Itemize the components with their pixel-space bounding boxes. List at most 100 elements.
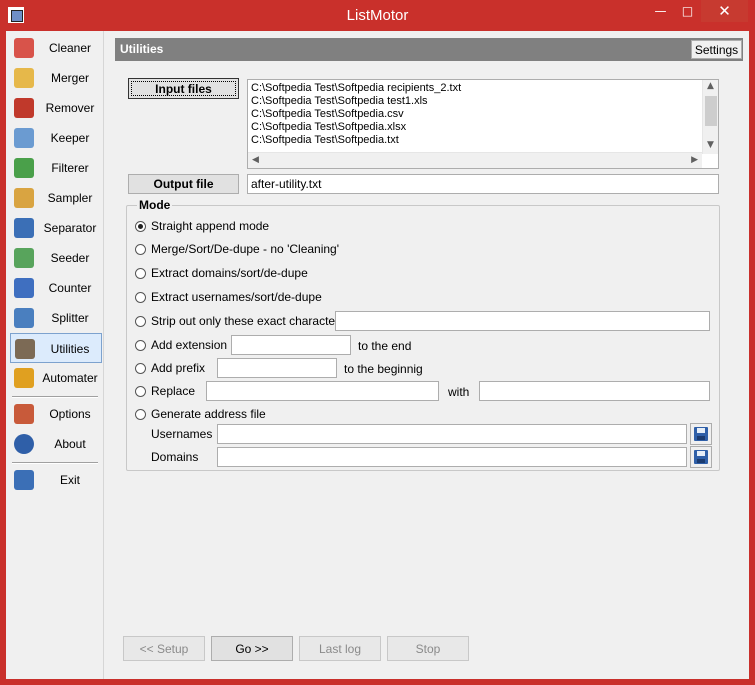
sidebar-item-options[interactable]: Options [10, 399, 102, 429]
strip-characters-field[interactable] [335, 311, 710, 331]
eraser-icon [14, 38, 34, 58]
radio-label: Extract usernames/sort/de-dupe [151, 290, 322, 304]
sidebar-item-automater[interactable]: Automater [10, 363, 102, 393]
sidebar-item-exit[interactable]: Exit [10, 465, 102, 495]
list-item[interactable]: C:\Softpedia Test\Softpedia recipients_2… [251, 82, 461, 94]
sidebar-item-label: Seeder [50, 251, 90, 265]
sidebar-item-label: Sampler [47, 191, 93, 205]
extension-suffix-label: to the end [358, 339, 412, 353]
input-files-button[interactable]: Input files [128, 78, 239, 99]
radio-merge-sort[interactable]: Merge/Sort/De-dupe - no 'Cleaning' [135, 241, 339, 257]
sidebar-divider [12, 396, 98, 398]
radio-extract-domains[interactable]: Extract domains/sort/de-dupe [135, 265, 308, 281]
radio-button[interactable] [135, 267, 146, 279]
scroll-right-icon[interactable]: ▶ [691, 155, 698, 165]
title-bar: ListMotor — □ ✕ [0, 0, 755, 31]
sidebar-item-label: Utilities [50, 342, 90, 356]
sidebar-item-separator[interactable]: Separator [10, 213, 102, 243]
sidebar-item-remover[interactable]: Remover [10, 93, 102, 123]
list-item[interactable]: C:\Softpedia Test\Softpedia.txt [251, 134, 399, 146]
radio-label: Merge/Sort/De-dupe - no 'Cleaning' [151, 242, 340, 256]
radio-strip-characters[interactable]: Strip out only these exact characters [135, 313, 345, 329]
radio-add-extension[interactable]: Add extension [135, 337, 227, 353]
sidebar-item-label: Counter [48, 281, 92, 295]
window-title: ListMotor [346, 7, 409, 24]
radio-add-prefix[interactable]: Add prefix [135, 360, 205, 376]
horizontal-scrollbar[interactable]: ◀ ▶ [248, 152, 702, 168]
minimize-button[interactable]: — [647, 0, 674, 22]
mode-group-title: Mode [137, 198, 173, 212]
sidebar-item-seeder[interactable]: Seeder [10, 243, 102, 273]
domains-browse-button[interactable] [690, 446, 712, 468]
sidebar-item-sampler[interactable]: Sampler [10, 183, 102, 213]
grid-icon [14, 218, 34, 238]
input-files-list[interactable]: C:\Softpedia Test\Softpedia recipients_2… [247, 79, 719, 169]
maximize-button[interactable]: □ [674, 0, 701, 22]
scroll-up-icon[interactable]: ▲ [707, 81, 714, 91]
sidebar-item-utilities[interactable]: Utilities [10, 333, 102, 363]
prefix-field[interactable] [217, 358, 337, 378]
radio-label: Replace [151, 384, 196, 398]
sidebar-item-about[interactable]: About [10, 429, 102, 459]
domains-file-field[interactable] [217, 447, 687, 467]
sidebar-item-splitter[interactable]: Splitter [10, 303, 102, 333]
vertical-scrollbar[interactable]: ▲ ▼ [702, 80, 718, 154]
sidebar-item-label: Options [49, 407, 91, 421]
splitter-icon [14, 308, 34, 328]
list-item[interactable]: C:\Softpedia Test\Softpedia test1.xls [251, 95, 428, 107]
radio-button[interactable] [135, 220, 146, 232]
replace-find-field[interactable] [206, 381, 439, 401]
sidebar-item-label: Exit [59, 473, 80, 487]
radio-straight-append[interactable]: Straight append mode [135, 218, 269, 234]
radio-button[interactable] [135, 385, 146, 397]
list-item[interactable]: C:\Softpedia Test\Softpedia.csv [251, 108, 404, 120]
radio-button[interactable] [135, 291, 146, 303]
radio-label: Extract domains/sort/de-dupe [151, 266, 308, 280]
sidebar-item-counter[interactable]: Counter [10, 273, 102, 303]
scrollbar-thumb[interactable] [705, 96, 717, 126]
radio-button[interactable] [135, 339, 146, 351]
counter-icon [14, 278, 34, 298]
output-file-button[interactable]: Output file [128, 174, 239, 194]
sidebar: Cleaner Merger Remover Keeper Filterer S… [6, 31, 104, 679]
stop-button[interactable]: Stop [387, 636, 469, 661]
settings-button[interactable]: Settings [691, 40, 742, 59]
main-panel: Utilities Settings Input files C:\Softpe… [111, 31, 749, 679]
setup-button[interactable]: << Setup [123, 636, 205, 661]
sidebar-item-label: Remover [45, 101, 95, 115]
scroll-down-icon[interactable]: ▼ [707, 140, 714, 150]
radio-extract-usernames[interactable]: Extract usernames/sort/de-dupe [135, 289, 322, 305]
radio-button[interactable] [135, 315, 146, 327]
sidebar-item-merger[interactable]: Merger [10, 63, 102, 93]
options-icon [14, 404, 34, 424]
replace-with-field[interactable] [479, 381, 710, 401]
scroll-left-icon[interactable]: ◀ [252, 155, 259, 165]
radio-label: Strip out only these exact characters [151, 314, 346, 328]
with-label: with [448, 385, 470, 399]
list-item[interactable]: C:\Softpedia Test\Softpedia.xlsx [251, 121, 406, 133]
prefix-suffix-label: to the beginnig [344, 362, 423, 376]
sidebar-item-filterer[interactable]: Filterer [10, 153, 102, 183]
panel-header: Utilities Settings [115, 38, 743, 61]
usernames-file-field[interactable] [217, 424, 687, 444]
radio-label: Add extension [151, 338, 228, 352]
sidebar-item-label: Cleaner [48, 41, 92, 55]
radio-generate-address[interactable]: Generate address file [135, 406, 266, 422]
go-button[interactable]: Go >> [211, 636, 293, 661]
radio-replace[interactable]: Replace [135, 383, 195, 399]
panel-title: Utilities [120, 42, 164, 56]
usernames-browse-button[interactable] [690, 423, 712, 445]
sidebar-item-label: Keeper [50, 131, 90, 145]
radio-button[interactable] [135, 243, 146, 255]
close-button[interactable]: ✕ [701, 0, 748, 22]
radio-button[interactable] [135, 408, 146, 420]
sidebar-item-cleaner[interactable]: Cleaner [10, 33, 102, 63]
sidebar-item-keeper[interactable]: Keeper [10, 123, 102, 153]
last-log-button[interactable]: Last log [299, 636, 381, 661]
extension-field[interactable] [231, 335, 351, 355]
output-file-field[interactable]: after-utility.txt [247, 174, 719, 194]
sidebar-item-label: About [54, 437, 86, 451]
radio-button[interactable] [135, 362, 146, 374]
seeder-icon [14, 248, 34, 268]
sampler-icon [14, 188, 34, 208]
